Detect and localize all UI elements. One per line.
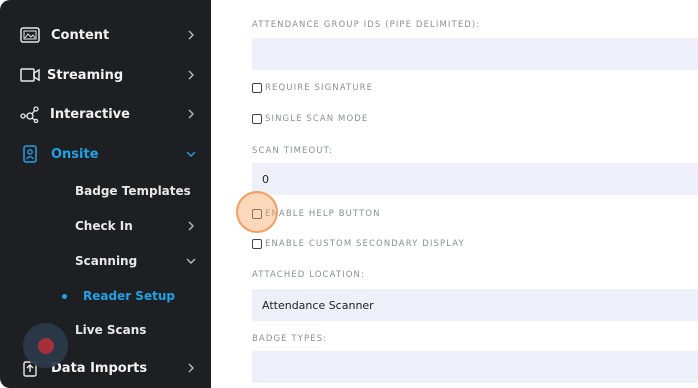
sidebar-item-label: Onsite bbox=[51, 146, 99, 162]
sidebar-item-label: Interactive bbox=[50, 106, 130, 122]
enable-custom-secondary-display-label: ENABLE CUSTOM SECONDARY DISPLAY bbox=[265, 239, 465, 249]
sidebar-item-label: Streaming bbox=[47, 67, 124, 83]
chevron-right-icon bbox=[186, 221, 196, 231]
enable-custom-secondary-display-checkbox[interactable] bbox=[252, 239, 262, 249]
badge-types-input[interactable] bbox=[252, 351, 698, 383]
attendance-group-ids-input[interactable] bbox=[252, 38, 698, 70]
sidebar: Content Streaming Interactive Onsite Bad… bbox=[0, 0, 211, 388]
single-scan-mode-checkbox[interactable] bbox=[252, 114, 262, 124]
sidebar-item-content[interactable]: Content bbox=[0, 18, 211, 52]
sidebar-subitem-label: Badge Templates bbox=[75, 184, 191, 198]
single-scan-mode-label: SINGLE SCAN MODE bbox=[265, 114, 369, 124]
sidebar-item-onsite[interactable]: Onsite bbox=[0, 137, 211, 171]
sidebar-item-interactive[interactable]: Interactive bbox=[0, 97, 211, 131]
click-highlight-marker bbox=[236, 191, 278, 233]
reader-setup-form: ATTENDANCE GROUP IDS (PIPE DELIMITED): R… bbox=[211, 0, 698, 388]
network-icon bbox=[19, 105, 41, 123]
sidebar-subitem-label: Check In bbox=[75, 219, 133, 233]
chat-launcher-button[interactable] bbox=[23, 323, 68, 368]
require-signature-checkbox[interactable] bbox=[252, 83, 262, 93]
scan-timeout-label: SCAN TIMEOUT: bbox=[252, 146, 333, 156]
chevron-right-icon bbox=[186, 70, 196, 80]
sidebar-item-label: Data Imports bbox=[51, 360, 148, 376]
sidebar-subitem-label: Live Scans bbox=[75, 323, 147, 337]
sidebar-subitem-check-in[interactable]: Check In bbox=[0, 211, 211, 241]
sidebar-subitem-reader-setup[interactable]: Reader Setup bbox=[0, 281, 211, 311]
enable-custom-secondary-display-row[interactable]: ENABLE CUSTOM SECONDARY DISPLAY bbox=[252, 237, 465, 251]
active-bullet-icon bbox=[62, 293, 67, 299]
sidebar-item-label: Content bbox=[51, 27, 110, 43]
sidebar-subitem-badge-templates[interactable]: Badge Templates bbox=[0, 176, 211, 206]
sidebar-subitem-label: Scanning bbox=[75, 254, 138, 268]
chevron-right-icon bbox=[186, 30, 196, 40]
sidebar-subitem-label: Reader Setup bbox=[83, 289, 175, 303]
badge-icon bbox=[19, 145, 41, 163]
single-scan-mode-row[interactable]: SINGLE SCAN MODE bbox=[252, 112, 368, 126]
record-dot-icon bbox=[37, 337, 54, 354]
scan-timeout-input[interactable]: 0 bbox=[252, 163, 698, 195]
sidebar-subitem-scanning[interactable]: Scanning bbox=[0, 246, 211, 276]
chevron-right-icon bbox=[186, 363, 196, 373]
chevron-right-icon bbox=[186, 109, 196, 119]
attached-location-label: ATTACHED LOCATION: bbox=[252, 270, 365, 280]
attendance-group-ids-label: ATTENDANCE GROUP IDS (PIPE DELIMITED): bbox=[252, 20, 481, 30]
require-signature-label: REQUIRE SIGNATURE bbox=[265, 83, 374, 93]
badge-types-label: BADGE TYPES: bbox=[252, 334, 328, 344]
chevron-down-icon bbox=[186, 256, 196, 266]
sidebar-item-streaming[interactable]: Streaming bbox=[0, 58, 211, 92]
enable-help-button-label: ENABLE HELP BUTTON bbox=[265, 209, 381, 219]
chevron-down-icon bbox=[186, 149, 196, 159]
video-icon bbox=[19, 66, 41, 84]
require-signature-row[interactable]: REQUIRE SIGNATURE bbox=[252, 81, 373, 95]
attached-location-select[interactable]: Attendance Scanner bbox=[252, 289, 698, 321]
image-icon bbox=[19, 26, 41, 44]
app-window: Content Streaming Interactive Onsite Bad… bbox=[0, 0, 698, 388]
